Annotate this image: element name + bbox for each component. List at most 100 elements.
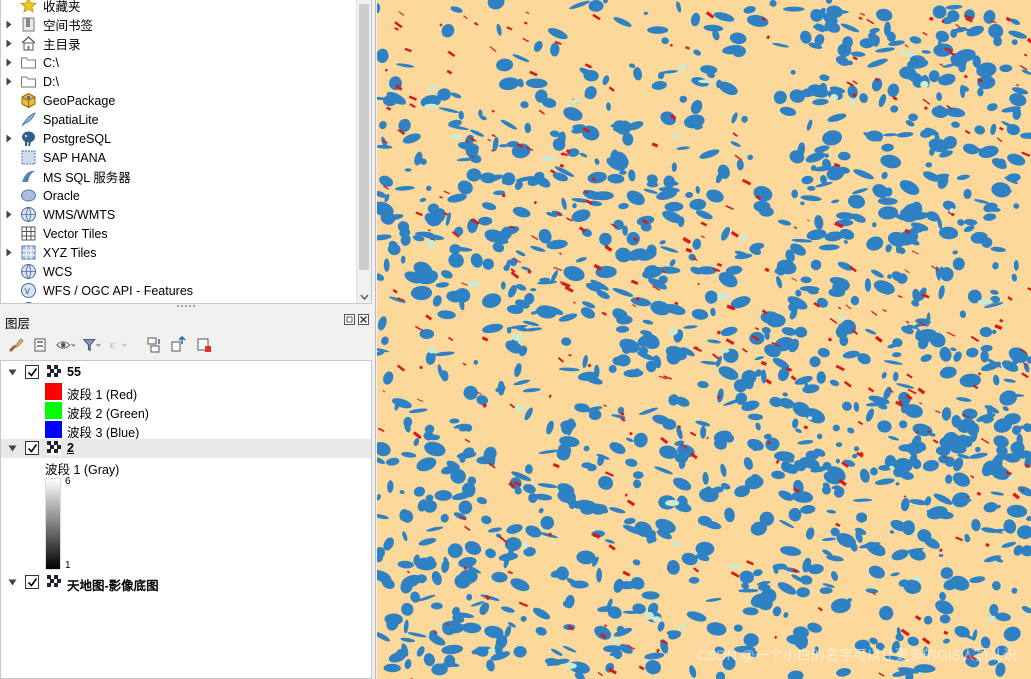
browser-item-label: C:\ (43, 55, 59, 70)
browser-item-label: WMS/WMTS (43, 207, 116, 222)
paintbrush-icon (8, 338, 24, 353)
expand-arrow-icon[interactable] (5, 34, 13, 53)
svg-text:ε: ε (110, 341, 115, 352)
browser-item[interactable]: 收藏夹 (1, 0, 357, 15)
expand-arrow-icon[interactable] (5, 243, 13, 262)
browser-item[interactable]: SAP HANA (1, 148, 357, 167)
browser-item-label: Vector Tiles (43, 226, 108, 241)
layers-toolbar: ε (0, 332, 372, 358)
collapse-arrow-icon[interactable] (8, 445, 17, 452)
browser-item[interactable]: 空间书签 (1, 15, 357, 34)
raster-layer-icon (47, 441, 61, 455)
browser-item[interactable]: PostgreSQL (1, 129, 357, 148)
mssql-icon (20, 168, 37, 185)
collapse-all-icon (171, 336, 186, 352)
raster-layer-icon (47, 365, 61, 379)
browser-item-label: GeoPackage (43, 93, 116, 108)
collapse-arrow-icon[interactable] (8, 369, 17, 376)
layer-visibility-checkbox[interactable] (25, 365, 39, 379)
browser-item-label: WCS (43, 264, 73, 279)
browser-item[interactable]: 主目录 (1, 34, 357, 53)
map-canvas[interactable]: CSDN @一个小白的名字可以让更多的GIS人员认识 (377, 0, 1031, 679)
browser-item[interactable]: V WFS / OGC API - Features (1, 281, 357, 300)
browser-scrollbar-thumb[interactable] (359, 4, 369, 270)
browser-item[interactable]: WMS/WMTS (1, 205, 357, 224)
browser-item-label: SpatiaLite (43, 112, 99, 127)
browser-item-label: SAP HANA (43, 150, 106, 165)
add-group-icon (34, 338, 46, 352)
browser-panel[interactable]: 收藏夹空间书签 主目录 C:\ D:\ GeoPackage SpatiaLite Post… (0, 0, 372, 304)
expand-all-button[interactable] (144, 335, 164, 355)
expand-arrow-icon[interactable] (5, 129, 13, 148)
close-panel-button[interactable] (358, 314, 369, 325)
layer-row-55[interactable]: 55 (1, 363, 371, 382)
browser-item-label: 收藏夹 (43, 0, 81, 14)
layers-tree[interactable]: 55 波段 1 (Red) 波段 2 (Green) 波段 3 (Blue) 2… (0, 360, 372, 679)
grid-square-icon (20, 149, 37, 166)
browser-item[interactable]: Vector Tiles (1, 224, 357, 243)
browser-item[interactable]: GeoPackage (1, 91, 357, 110)
gray-ramp-max: 6 (65, 476, 71, 487)
browser-item[interactable]: SpatiaLite (1, 110, 357, 129)
open-layer-styling-button[interactable] (6, 335, 26, 355)
browser-item[interactable]: D:\ (1, 72, 357, 91)
folder-icon (20, 73, 37, 90)
browser-item[interactable]: Oracle (1, 186, 357, 205)
svg-text:V: V (25, 287, 31, 296)
collapse-arrow-icon[interactable] (8, 579, 17, 586)
watermark: CSDN @一个小白的名字可以让更多的GIS人员认识 (697, 647, 1017, 663)
expand-arrow-icon[interactable] (5, 53, 13, 72)
remove-layer-icon (197, 338, 211, 352)
layer-visibility-checkbox[interactable] (25, 441, 39, 455)
browser-item[interactable]: C:\ (1, 53, 357, 72)
gray-color-ramp (45, 478, 61, 570)
checkmark-icon (27, 368, 38, 377)
browser-item[interactable]: WCS (1, 262, 357, 281)
manage-map-themes-button[interactable] (56, 335, 76, 355)
raster-layer-icon (47, 575, 61, 589)
browser-item[interactable]: ArcGIS REST 服务器 (1, 300, 357, 303)
legend-item-band-1: 波段 1 (Red) (1, 382, 371, 402)
remove-layer-button[interactable] (194, 335, 214, 355)
legend-item-band-2: 波段 2 (Green) (1, 401, 371, 421)
wfs-icon: V (20, 282, 37, 299)
oracle-icon (20, 187, 37, 204)
checkmark-icon (27, 444, 38, 453)
globe-icon (20, 206, 37, 223)
add-group-button[interactable] (30, 335, 50, 355)
expand-all-icon (147, 337, 160, 353)
browser-item-label: PostgreSQL (43, 131, 112, 146)
bookmark-icon (20, 16, 37, 33)
layers-panel-header: 图层 (0, 310, 372, 331)
xyz-tiles-icon (20, 244, 37, 261)
folder-icon (20, 54, 37, 71)
collapse-all-button[interactable] (168, 335, 188, 355)
eye-icon (56, 341, 76, 349)
band-color-swatch (45, 383, 62, 400)
layer-row-2[interactable]: 2 (1, 439, 371, 458)
gray-band-label: 波段 1 (Gray) (45, 463, 120, 477)
expand-arrow-icon[interactable] (5, 205, 13, 224)
expand-arrow-icon[interactable] (5, 15, 13, 34)
filter-by-expression-button[interactable]: ε (108, 335, 128, 355)
scroll-down-arrow-icon[interactable] (360, 293, 369, 301)
layer-visibility-checkbox[interactable] (25, 575, 39, 589)
layers-panel-title: 图层 (5, 317, 31, 331)
legend-item-band-3: 波段 3 (Blue) (1, 420, 371, 440)
browser-scrollbar[interactable] (356, 0, 371, 303)
browser-item-label: XYZ Tiles (43, 245, 97, 260)
left-dock-panel: 收藏夹空间书签 主目录 C:\ D:\ GeoPackage SpatiaLite Post… (0, 0, 376, 679)
browser-item-label: MS SQL 服务器 (43, 171, 131, 185)
browser-item[interactable]: XYZ Tiles (1, 243, 357, 262)
panel-splitter[interactable] (176, 305, 196, 308)
layer-row-basemap[interactable]: 天地图-影像底图 (1, 573, 371, 593)
browser-item[interactable]: MS SQL 服务器 (1, 167, 357, 186)
globe-icon (20, 263, 37, 280)
expand-arrow-icon[interactable] (5, 72, 13, 91)
filter-legend-button[interactable] (82, 335, 102, 355)
float-panel-button[interactable] (344, 314, 355, 325)
browser-item-label: 空间书签 (43, 19, 94, 33)
elephant-icon (20, 130, 37, 147)
band-color-swatch (45, 421, 62, 438)
layer-name: 天地图-影像底图 (67, 579, 159, 593)
